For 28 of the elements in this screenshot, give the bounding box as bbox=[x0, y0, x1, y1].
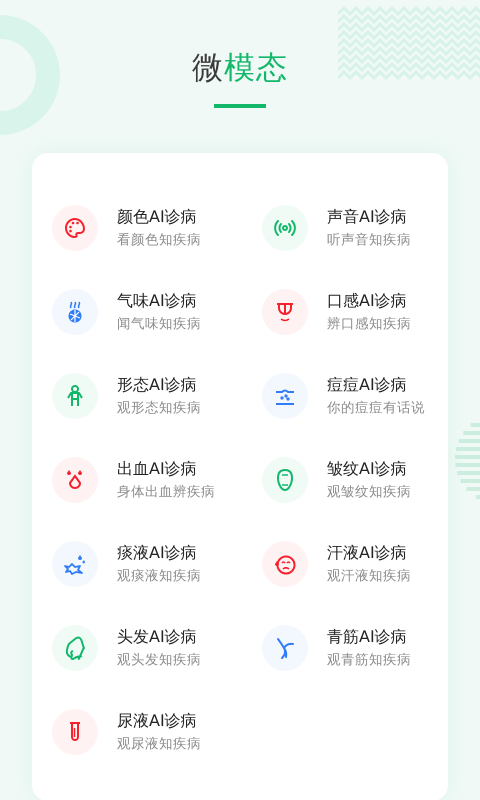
feature-title[interactable]: 头发AI诊病 bbox=[117, 627, 201, 647]
feature-subtitle: 观头发知疾病 bbox=[117, 651, 201, 669]
feature-title[interactable]: 汗液AI诊病 bbox=[327, 543, 411, 563]
feature-title[interactable]: 出血AI诊病 bbox=[117, 459, 215, 479]
feature-subtitle: 你的痘痘有话说 bbox=[327, 399, 425, 417]
feature-subtitle: 观痰液知疾病 bbox=[117, 567, 201, 585]
feature-subtitle: 观皱纹知疾病 bbox=[327, 483, 411, 501]
feature-subtitle: 观汗液知疾病 bbox=[327, 567, 411, 585]
feature-title[interactable]: 形态AI诊病 bbox=[117, 375, 201, 395]
feature-subtitle: 辨口感知疾病 bbox=[327, 315, 411, 333]
feature-title[interactable]: 青筋AI诊病 bbox=[327, 627, 411, 647]
feature-title[interactable]: 痰液AI诊病 bbox=[117, 543, 201, 563]
feature-title[interactable]: 皱纹AI诊病 bbox=[327, 459, 411, 479]
feature-subtitle: 闻气味知疾病 bbox=[117, 315, 201, 333]
feature-subtitle: 观尿液知疾病 bbox=[117, 735, 201, 753]
feature-title[interactable]: 气味AI诊病 bbox=[117, 291, 201, 311]
feature-subtitle: 听声音知疾病 bbox=[327, 231, 411, 249]
page-title: 微模态 bbox=[192, 49, 288, 88]
feature-subtitle: 观形态知疾病 bbox=[117, 399, 201, 417]
feature-subtitle: 观青筋知疾病 bbox=[327, 651, 411, 669]
title-underline bbox=[214, 104, 266, 108]
feature-title[interactable]: 尿液AI诊病 bbox=[117, 711, 201, 731]
feature-title[interactable]: 痘痘AI诊病 bbox=[327, 375, 425, 395]
feature-subtitle: 看颜色知疾病 bbox=[117, 231, 201, 249]
feature-subtitle: 身体出血辨疾病 bbox=[117, 483, 215, 501]
feature-title[interactable]: 声音AI诊病 bbox=[327, 207, 411, 227]
feature-title[interactable]: 口感AI诊病 bbox=[327, 291, 411, 311]
feature-title[interactable]: 颜色AI诊病 bbox=[117, 207, 201, 227]
